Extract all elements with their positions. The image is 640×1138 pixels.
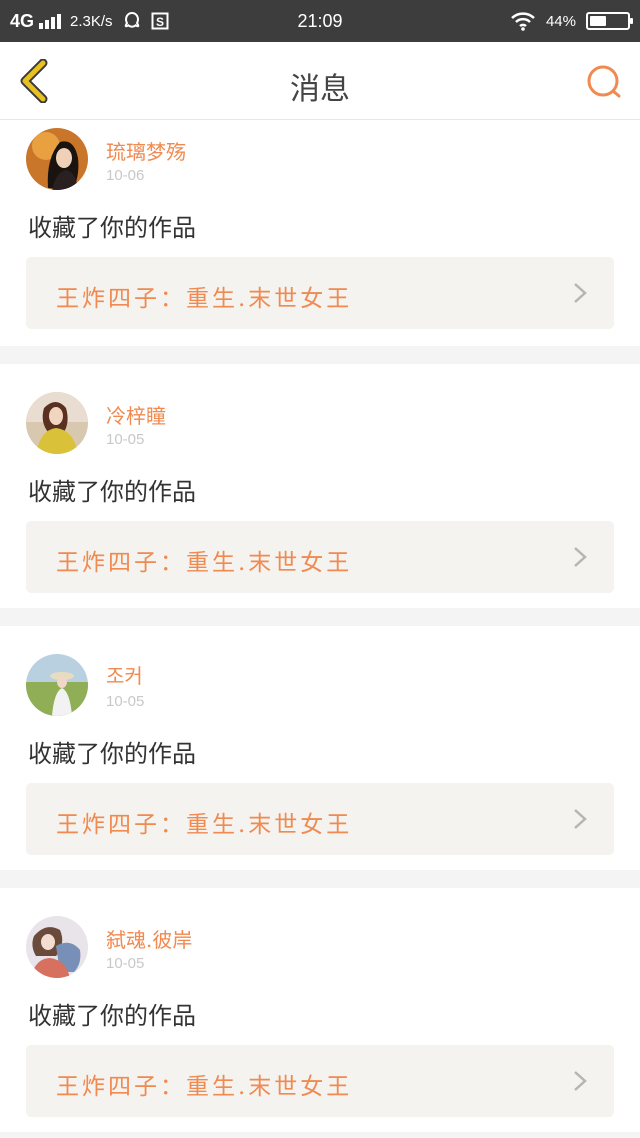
message-action: 收藏了你的作品 <box>28 1002 196 1030</box>
work-title: 王炸四子：重生.末世女王 <box>56 550 353 576</box>
message-card: 冷梓瞳 10-05 收藏了你的作品 王炸四子：重生.末世女王 <box>0 364 640 608</box>
avatar[interactable] <box>26 392 88 454</box>
chevron-right-icon <box>574 547 587 567</box>
message-action: 收藏了你的作品 <box>28 478 196 506</box>
avatar[interactable] <box>26 128 88 190</box>
chevron-right-icon <box>574 809 587 829</box>
work-link[interactable]: 王炸四子：重生.末世女王 <box>26 1045 614 1117</box>
work-link[interactable]: 王炸四子：重生.末世女王 <box>26 783 614 855</box>
message-date: 10-06 <box>106 167 145 184</box>
app-header: 消息 <box>0 42 640 120</box>
status-right: 44% <box>510 11 633 31</box>
wifi-icon <box>510 11 536 31</box>
qq-icon <box>122 11 142 31</box>
message-date: 10-05 <box>106 955 145 972</box>
message-action: 收藏了你的作品 <box>28 740 196 768</box>
battery-fill <box>590 16 606 26</box>
chevron-right-icon <box>574 1071 587 1091</box>
network-type: 4G <box>10 10 35 31</box>
battery-percent: 44% <box>545 12 576 30</box>
work-title: 王炸四子：重生.末世女王 <box>56 812 353 838</box>
chevron-right-icon <box>574 283 587 303</box>
avatar[interactable] <box>26 916 88 978</box>
message-card: 弑魂.彼岸 10-05 收藏了你的作品 王炸四子：重生.末世女王 <box>0 888 640 1132</box>
app-s-icon: S <box>151 12 169 30</box>
work-title: 王炸四子：重生.末世女王 <box>56 286 353 312</box>
status-bar: 4G 2.3K/s S 21:09 44% <box>0 0 640 42</box>
message-action: 收藏了你的作品 <box>28 214 196 242</box>
search-icon <box>587 65 621 98</box>
work-title: 王炸四子：重生.末世女王 <box>56 1074 353 1100</box>
search-button[interactable] <box>584 62 624 102</box>
username[interactable]: 조커 <box>106 660 143 689</box>
username[interactable]: 冷梓瞳 <box>106 400 166 429</box>
signal-icon <box>39 13 62 29</box>
avatar[interactable] <box>26 654 88 716</box>
battery-icon <box>586 12 633 30</box>
message-date: 10-05 <box>106 693 145 710</box>
status-left: 4G 2.3K/s S <box>10 11 169 32</box>
message-card: 琉璃梦殇 10-06 收藏了你的作品 王炸四子：重生.末世女王 <box>0 120 640 346</box>
message-card: 조커 10-05 收藏了你的作品 王炸四子：重生.末世女王 <box>0 626 640 870</box>
page-title: 消息 <box>290 72 350 107</box>
network-speed: 2.3K/s <box>70 12 113 30</box>
message-date: 10-05 <box>106 431 145 448</box>
username[interactable]: 琉璃梦殇 <box>106 136 186 165</box>
svg-text:S: S <box>156 15 164 29</box>
message-list: 琉璃梦殇 10-06 收藏了你的作品 王炸四子：重生.末世女王 冷梓瞳 10-0… <box>0 120 640 1138</box>
work-link[interactable]: 王炸四子：重生.末世女王 <box>26 257 614 329</box>
username[interactable]: 弑魂.彼岸 <box>106 924 192 953</box>
work-link[interactable]: 王炸四子：重生.末世女王 <box>26 521 614 593</box>
